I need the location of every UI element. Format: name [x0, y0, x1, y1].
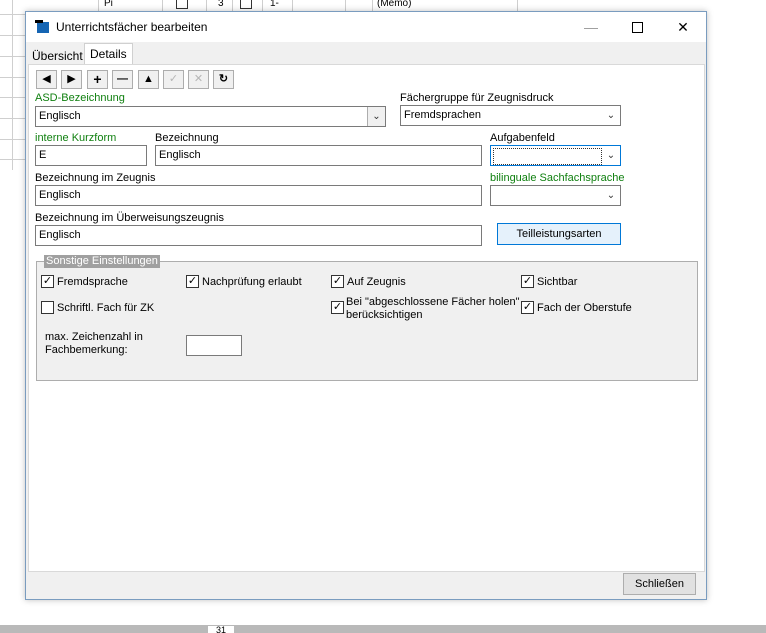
background-cell: Pi — [104, 0, 113, 9]
background-page-number: 31 — [208, 626, 234, 633]
faechergruppe-value: Fremdsprachen — [404, 109, 482, 121]
zeugnis-input[interactable]: Englisch — [35, 185, 482, 206]
app-icon — [35, 20, 49, 33]
plus-icon: + — [93, 71, 102, 87]
faechergruppe-select[interactable]: Fremdsprachen ⌄ — [400, 105, 621, 126]
subject-edit-dialog: Unterrichtsfächer bearbeiten — ✕ Übersic… — [25, 11, 707, 600]
arrow-right-icon: ▶ — [67, 73, 76, 85]
chevron-down-icon: ⌄ — [606, 110, 616, 121]
max-zeichen-input[interactable] — [186, 335, 242, 356]
sichtbar-label: Sichtbar — [537, 276, 578, 288]
chevron-down-icon: ⌄ — [367, 107, 385, 126]
asd-label: ASD-Bezeichnung — [35, 92, 125, 104]
checkmark-icon: ✓ — [42, 275, 53, 287]
ueberweisung-label: Bezeichnung im Überweisungszeugnis — [35, 212, 224, 224]
kurzform-label: interne Kurzform — [35, 132, 117, 144]
background-cell: 1- — [270, 0, 279, 9]
nachpruefung-label: Nachprüfung erlaubt — [202, 276, 302, 288]
refresh-icon: ↻ — [218, 73, 229, 85]
bezeichnung-label: Bezeichnung — [155, 132, 219, 144]
ueberweisung-input[interactable]: Englisch — [35, 225, 482, 246]
faechergruppe-label: Fächergruppe für Zeugnisdruck — [400, 92, 554, 104]
arrow-left-icon: ◀ — [42, 73, 51, 85]
minimize-icon: — — [584, 19, 598, 35]
checkmark-icon: ✓ — [168, 73, 179, 85]
background-statusbar — [0, 625, 766, 633]
checkmark-icon: ✓ — [187, 275, 198, 287]
group-title: Sonstige Einstellungen — [44, 255, 160, 268]
asd-value: Englisch — [39, 110, 81, 122]
add-record-button[interactable]: + — [87, 70, 108, 89]
fremdsprache-label: Fremdsprache — [57, 276, 128, 288]
max-zeichen-label-line1: max. Zeichenzahl in — [45, 331, 143, 343]
post-record-button[interactable]: ✓ — [163, 70, 184, 89]
previous-record-button[interactable]: ◀ — [36, 70, 57, 89]
asd-select[interactable]: Englisch ⌄ — [35, 106, 386, 127]
sichtbar-checkbox[interactable]: ✓ — [521, 275, 534, 288]
refresh-button[interactable]: ↻ — [213, 70, 234, 89]
auf-zeugnis-label: Auf Zeugnis — [347, 276, 406, 288]
background-cell: (Memo) — [377, 0, 412, 9]
oberstufe-checkbox[interactable]: ✓ — [521, 301, 534, 314]
bilingual-label: bilinguale Sachfachsprache — [490, 172, 625, 184]
close-button[interactable]: Schließen — [623, 573, 696, 595]
title-bar[interactable]: Unterrichtsfächer bearbeiten — ✕ — [26, 12, 706, 42]
kurzform-input[interactable]: E — [35, 145, 147, 166]
background-cell: 3 — [218, 0, 224, 9]
next-record-button[interactable]: ▶ — [61, 70, 82, 89]
maximize-icon — [631, 21, 643, 33]
abgeschlossene-label-line2: berücksichtigen — [346, 309, 423, 321]
teilleistungsarten-button[interactable]: Teilleistungsarten — [497, 223, 621, 245]
background-checkbox[interactable] — [240, 0, 252, 9]
abgeschlossene-label-line1: Bei "abgeschlossene Fächer holen" — [346, 296, 520, 308]
checkmark-icon: ✓ — [522, 275, 533, 287]
bilingual-select[interactable]: ⌄ — [490, 185, 621, 206]
background-column-line — [12, 0, 13, 170]
abgeschlossene-checkbox[interactable]: ✓ — [331, 301, 344, 314]
background-checkbox[interactable] — [176, 0, 188, 9]
oberstufe-label: Fach der Oberstufe — [537, 302, 632, 314]
maximize-button[interactable] — [614, 12, 660, 42]
cancel-edit-button[interactable]: ✕ — [188, 70, 209, 89]
checkmark-icon: ✓ — [332, 275, 343, 287]
aufgabenfeld-focus-box — [493, 148, 602, 165]
triangle-up-icon: ▲ — [143, 73, 154, 85]
close-window-button[interactable]: ✕ — [660, 12, 706, 42]
minimize-button[interactable]: — — [568, 12, 614, 42]
cancel-icon: ✕ — [193, 73, 204, 85]
delete-record-button[interactable]: — — [112, 70, 133, 89]
schriftl-zk-label: Schriftl. Fach für ZK — [57, 302, 155, 314]
bezeichnung-input[interactable]: Englisch — [155, 145, 482, 166]
chevron-down-icon: ⌄ — [606, 190, 616, 201]
close-icon: ✕ — [677, 19, 689, 35]
schriftl-zk-checkbox[interactable] — [41, 301, 54, 314]
tab-details[interactable]: Details — [84, 43, 133, 65]
checkmark-icon: ✓ — [522, 301, 533, 313]
window-title: Unterrichtsfächer bearbeiten — [56, 20, 208, 34]
aufgabenfeld-label: Aufgabenfeld — [490, 132, 555, 144]
tab-uebersicht[interactable]: Übersicht — [27, 46, 88, 66]
fremdsprache-checkbox[interactable]: ✓ — [41, 275, 54, 288]
zeugnis-label: Bezeichnung im Zeugnis — [35, 172, 156, 184]
max-zeichen-label-line2: Fachbemerkung: — [45, 344, 128, 356]
nachpruefung-checkbox[interactable]: ✓ — [186, 275, 199, 288]
checkmark-icon: ✓ — [332, 301, 343, 313]
chevron-down-icon: ⌄ — [606, 150, 616, 161]
edit-record-button[interactable]: ▲ — [138, 70, 159, 89]
aufgabenfeld-select[interactable]: ⌄ — [490, 145, 621, 166]
minus-icon: — — [117, 73, 128, 85]
auf-zeugnis-checkbox[interactable]: ✓ — [331, 275, 344, 288]
